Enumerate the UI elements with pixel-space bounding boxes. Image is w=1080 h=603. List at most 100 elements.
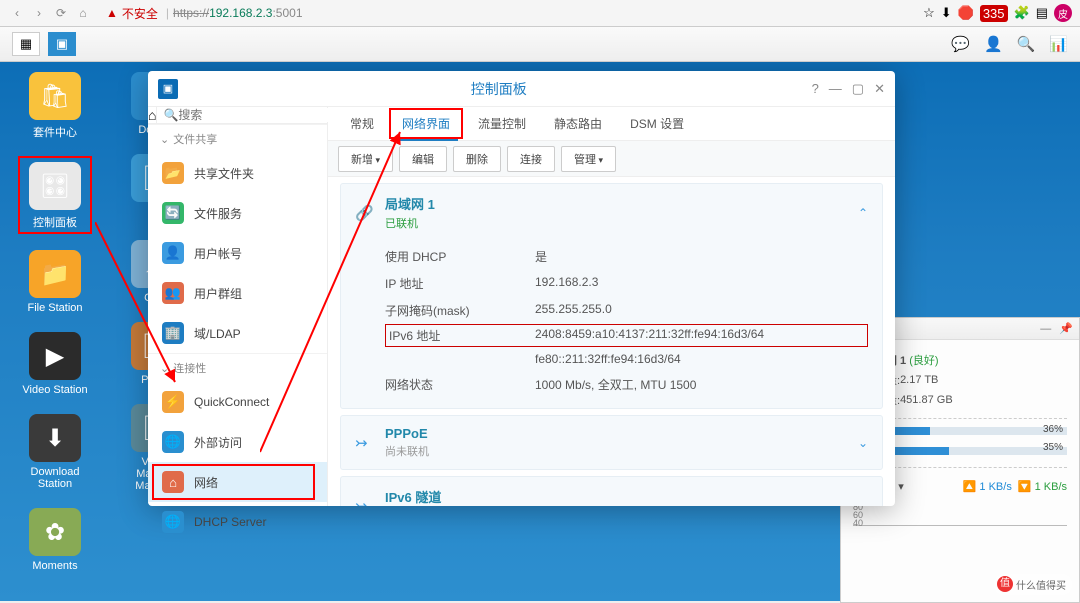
row-key: 子网掩码(mask) [385,302,535,319]
tab[interactable]: 网络界面 [388,107,464,140]
tab[interactable]: 常规 [336,107,388,140]
app-icon: 🛍 [29,72,81,120]
close-icon[interactable]: ✕ [874,81,885,97]
toolbar-button[interactable]: 管理 [561,146,616,172]
search-icon: 🔍 [163,108,178,122]
desktop-icon[interactable]: ▶ Video Station [20,332,90,396]
taskbar-chat-icon[interactable]: 💬 [951,35,970,53]
widget-min-icon[interactable]: — [1040,323,1051,335]
browser-extensions: ☆ ⬇ 🛑 335 🧩 ▤ 皮 [923,4,1072,22]
download-icon[interactable]: ⬇ [941,5,952,21]
detail-row: fe80::211:32ff:fe94:16d3/64 [385,347,868,371]
warning-icon: ▲ [106,6,118,20]
desktop-icon[interactable]: 🎛 控制面板 [20,158,90,232]
sidebar-home-icon[interactable]: ⌂ [148,107,157,123]
sidebar: ⌂ 🔍 ⌄ 文件共享📂共享文件夹🔄文件服务👤用户帐号👥用户群组🏢域/LDAP⌄ … [148,107,328,506]
star-icon[interactable]: ☆ [923,5,935,21]
network-panel: ↣IPv6 隧道尚未联机⌄ [340,476,883,506]
sidebar-item-label: 网络 [194,474,218,491]
detail-row: IPv6 地址2408:8459:a10:4137:211:32ff:fe94:… [385,324,868,347]
sidebar-item[interactable]: 🌐 DHCP Server [148,502,327,542]
desktop-icon[interactable]: 🛍套件中心 [20,72,90,140]
sidebar-item[interactable]: 🏢域/LDAP [148,313,327,353]
abp-icon[interactable]: 🛑 [958,5,974,21]
toolbar-button[interactable]: 删除 [453,146,501,172]
icon-label: Video Station [22,384,87,396]
taskbar-user-icon[interactable]: 👤 [984,35,1003,53]
taskbar-search-icon[interactable]: 🔍 [1017,35,1036,53]
row-key: IPv6 地址 [385,327,535,344]
taskbar-apps-icon[interactable]: ▦ [12,32,40,56]
panel-header[interactable]: 🔗 局域网 1 已联机 ⌃ [341,184,882,241]
toolbar-button[interactable]: 连接 [507,146,555,172]
row-value: 是 [535,248,547,265]
window-titlebar[interactable]: ▣ 控制面板 ? — ▢ ✕ [148,71,895,107]
minimize-icon[interactable]: — [829,81,842,97]
avatar-icon[interactable]: 皮 [1054,4,1072,22]
reload-icon[interactable]: ⟳ [52,6,70,20]
watermark: 什么值得买 [994,574,1072,595]
extension-badge[interactable]: 335 [980,5,1008,22]
sidebar-item[interactable]: ⌂网络 [148,462,327,502]
sidebar-item-label: 用户帐号 [194,245,242,262]
panel-subtitle: 已联机 [385,215,435,231]
detail-row: 使用 DHCP是 [385,243,868,270]
url-text[interactable]: https://192.168.2.3:5001 [173,6,302,20]
network-panel: 🔗局域网 1已联机⌃使用 DHCP是IP 地址192.168.2.3子网掩码(m… [340,183,883,409]
desktop-icon[interactable]: ⬇ Download Station [20,414,90,490]
app-icon: ⬇ [29,414,81,462]
sidebar-item[interactable]: 👥用户群组 [148,273,327,313]
panel-icon: 🔗 [355,204,375,222]
sidebar-item-label: QuickConnect [194,395,269,409]
tab[interactable]: DSM 设置 [616,107,698,140]
tabs: 常规网络界面流量控制静态路由DSM 设置 [328,107,895,141]
toolbar-button[interactable]: 新增 [338,146,393,172]
sidebar-item-icon: 🏢 [162,322,184,344]
row-value: 2408:8459:a10:4137:211:32ff:fe94:16d3/64 [535,327,764,344]
back-icon[interactable]: ‹ [8,6,26,20]
ext-icon[interactable]: ▤ [1036,5,1048,21]
content: 🔗局域网 1已联机⌃使用 DHCP是IP 地址192.168.2.3子网掩码(m… [328,177,895,506]
tab[interactable]: 流量控制 [464,107,540,140]
sidebar-item[interactable]: 🔄文件服务 [148,193,327,233]
row-key: 使用 DHCP [385,248,535,265]
sidebar-group[interactable]: ⌄ 连接性 [148,353,327,382]
maximize-icon[interactable]: ▢ [852,81,864,97]
toolbar-button[interactable]: 编辑 [399,146,447,172]
home-icon[interactable]: ⌂ [74,6,92,20]
chevron-icon: ⌄ [858,436,868,450]
row-key [385,352,535,366]
app-icon: ▶ [29,332,81,380]
row-value: fe80::211:32ff:fe94:16d3/64 [535,352,681,366]
dsm-taskbar: ▦ ▣ 💬 👤 🔍 📊 [0,27,1080,62]
help-icon[interactable]: ? [812,81,819,97]
panel-header[interactable]: ↣PPPoE尚未联机⌄ [341,416,882,469]
sidebar-group[interactable]: ⌄ 文件共享 [148,124,327,153]
sidebar-item[interactable]: 👤用户帐号 [148,233,327,273]
icon-label: Download Station [20,466,90,490]
taskbar-control-panel-icon[interactable]: ▣ [48,32,76,56]
desktop-icon[interactable]: ✿Moments [20,508,90,572]
detail-row: IP 地址192.168.2.3 [385,270,868,297]
taskbar-widgets-icon[interactable]: 📊 [1049,35,1068,53]
sidebar-search[interactable]: 🔍 [157,108,339,122]
sidebar-item-icon: 👥 [162,282,184,304]
app-icon: 🎛 [29,162,81,210]
chevron-icon: ⌃ [858,206,868,220]
sidebar-item[interactable]: 🌐外部访问 [148,422,327,462]
sidebar-item-label: DHCP Server [194,515,266,529]
puzzle-icon[interactable]: 🧩 [1014,5,1030,21]
desktop-icon[interactable]: 📁File Station [20,250,90,314]
icon-label: 控制面板 [33,214,77,230]
sidebar-item-icon: 📂 [162,162,184,184]
tab[interactable]: 静态路由 [540,107,616,140]
panel-header[interactable]: ↣IPv6 隧道尚未联机⌄ [341,477,882,506]
search-input[interactable] [178,108,333,122]
sidebar-item-icon: 🌐 [162,511,184,533]
panel-title: 局域网 1 [385,194,435,213]
main-pane: 常规网络界面流量控制静态路由DSM 设置 新增编辑删除连接管理 🔗 局域网 1 已联… [328,107,895,506]
widget-pin-icon[interactable]: 📌 [1059,322,1073,335]
forward-icon[interactable]: › [30,6,48,20]
sidebar-item[interactable]: ⚡QuickConnect [148,382,327,422]
sidebar-item[interactable]: 📂共享文件夹 [148,153,327,193]
